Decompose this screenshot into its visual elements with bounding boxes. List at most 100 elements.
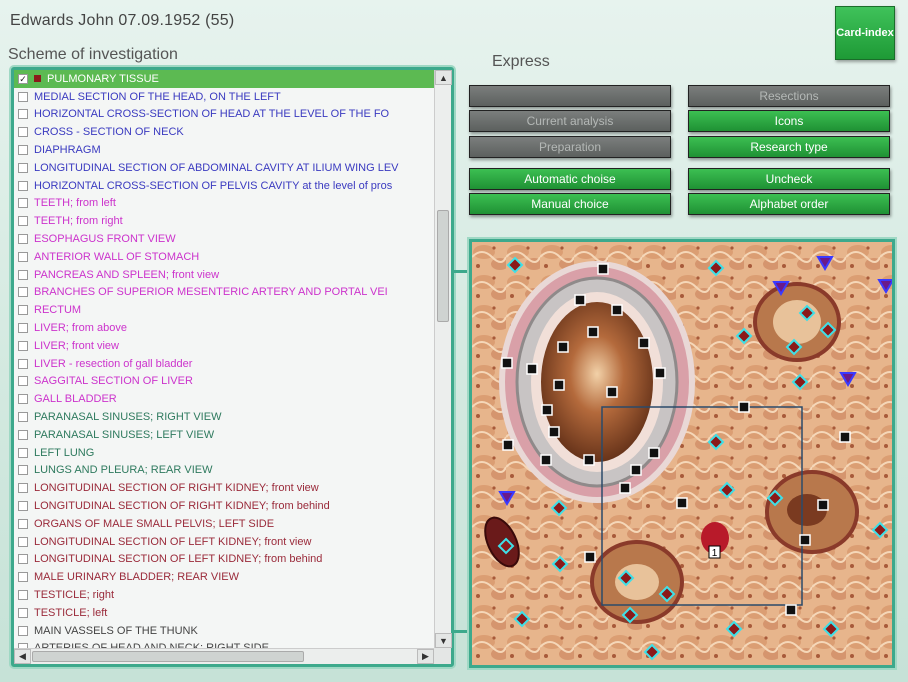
list-item[interactable]: LEFT LUNG — [14, 444, 434, 462]
square-marker-icon[interactable] — [584, 551, 596, 563]
item-checkbox[interactable] — [18, 483, 28, 494]
alphabet-order-button[interactable]: Alphabet order — [688, 193, 890, 215]
manual-choice-button[interactable]: Manual choice — [469, 193, 671, 215]
list-item[interactable]: DIAPHRAGM — [14, 141, 434, 159]
list-item[interactable]: HORIZONTAL CROSS-SECTION OF HEAD AT THE … — [14, 106, 434, 124]
item-checkbox[interactable] — [18, 607, 28, 618]
item-checkbox[interactable] — [18, 501, 28, 512]
list-item[interactable]: ✓ PULMONARY TISSUE — [14, 70, 434, 88]
square-marker-icon[interactable] — [606, 386, 618, 398]
list-item[interactable]: GALL BLADDER — [14, 390, 434, 408]
square-marker-icon[interactable] — [597, 263, 609, 275]
item-checkbox[interactable] — [18, 91, 28, 102]
square-marker-icon[interactable] — [557, 341, 569, 353]
list-item[interactable]: LONGITUDINAL SECTION OF ABDOMINAL CAVITY… — [14, 159, 434, 177]
scroll-left-button[interactable]: ◀ — [14, 649, 31, 664]
square-marker-icon[interactable] — [676, 497, 688, 509]
item-checkbox[interactable] — [18, 269, 28, 280]
research-type-button[interactable]: Research type — [688, 136, 890, 158]
list-item[interactable]: LIVER; front view — [14, 337, 434, 355]
list-item[interactable]: LUNGS AND PLEURA; REAR VIEW — [14, 462, 434, 480]
item-checkbox[interactable] — [18, 429, 28, 440]
square-marker-icon[interactable] — [738, 401, 750, 413]
scroll-up-button[interactable]: ▲ — [435, 70, 452, 85]
tissue-image-panel[interactable]: 1 — [469, 239, 895, 668]
item-checkbox[interactable] — [18, 447, 28, 458]
square-marker-icon[interactable] — [638, 337, 650, 349]
list-item[interactable]: MAIN VASSELS OF THE THUNK — [14, 622, 434, 640]
resections-button[interactable]: Resections — [688, 85, 890, 107]
item-checkbox[interactable] — [18, 358, 28, 369]
list-item[interactable]: TESTICLE; right — [14, 586, 434, 604]
list-item[interactable]: TEETH; from right — [14, 212, 434, 230]
vertical-scroll-thumb[interactable] — [437, 210, 449, 322]
square-marker-icon[interactable] — [540, 454, 552, 466]
vertical-scrollbar[interactable]: ▲ ▼ — [434, 70, 452, 648]
square-marker-icon[interactable] — [630, 464, 642, 476]
list-item[interactable]: PARANASAL SINUSES; RIGHT VIEW — [14, 408, 434, 426]
list-item[interactable]: LONGITUDINAL SECTION OF LEFT KIDNEY; fro… — [14, 551, 434, 569]
list-item[interactable]: MEDIAL SECTION OF THE HEAD, ON THE LEFT — [14, 88, 434, 106]
list-item[interactable]: MALE URINARY BLADDER; REAR VIEW — [14, 568, 434, 586]
square-marker-icon[interactable] — [654, 367, 666, 379]
automatic-choise-button[interactable]: Automatic choise — [469, 168, 671, 190]
horizontal-scroll-thumb[interactable] — [32, 651, 304, 662]
list-item[interactable]: ANTERIOR WALL OF STOMACH — [14, 248, 434, 266]
item-checkbox[interactable] — [18, 216, 28, 227]
square-marker-icon[interactable] — [785, 604, 797, 616]
uncheck-button[interactable]: Uncheck — [688, 168, 890, 190]
item-checkbox[interactable] — [18, 323, 28, 334]
card-index-button[interactable]: Card-index — [835, 6, 895, 60]
blank-button[interactable] — [469, 85, 671, 107]
item-checkbox[interactable] — [18, 572, 28, 583]
item-checkbox[interactable] — [18, 287, 28, 298]
list-item[interactable]: LONGITUDINAL SECTION OF RIGHT KIDNEY; fr… — [14, 497, 434, 515]
item-checkbox[interactable] — [18, 145, 28, 156]
list-item[interactable]: LONGITUDINAL SECTION OF RIGHT KIDNEY; fr… — [14, 479, 434, 497]
list-item[interactable]: HORIZONTAL CROSS-SECTION OF PELVIS CAVIT… — [14, 177, 434, 195]
preparation-button[interactable]: Preparation — [469, 136, 671, 158]
item-checkbox[interactable] — [18, 412, 28, 423]
item-checkbox[interactable] — [18, 305, 28, 316]
square-marker-icon[interactable] — [574, 294, 586, 306]
list-item[interactable]: ESOPHAGUS FRONT VIEW — [14, 230, 434, 248]
square-marker-icon[interactable] — [583, 454, 595, 466]
scroll-down-button[interactable]: ▼ — [435, 633, 452, 648]
square-marker-icon[interactable] — [799, 534, 811, 546]
list-item[interactable]: ARTERIES OF HEAD AND NECK; RIGHT SIDE — [14, 640, 434, 648]
square-marker-icon[interactable] — [548, 426, 560, 438]
icons-button[interactable]: Icons — [688, 110, 890, 132]
horizontal-scrollbar[interactable]: ◀ ▶ — [14, 648, 434, 664]
item-checkbox[interactable] — [18, 251, 28, 262]
tissue-image[interactable]: 1 — [472, 242, 892, 665]
list-item[interactable]: LIVER - resection of gall bladder — [14, 355, 434, 373]
item-checkbox[interactable] — [18, 376, 28, 387]
square-marker-icon[interactable] — [619, 482, 631, 494]
list-item[interactable]: TESTICLE; left — [14, 604, 434, 622]
square-marker-icon[interactable] — [648, 447, 660, 459]
item-checkbox[interactable] — [18, 234, 28, 245]
square-marker-icon[interactable] — [611, 304, 623, 316]
scroll-right-button[interactable]: ▶ — [417, 649, 434, 664]
square-marker-icon[interactable] — [526, 363, 538, 375]
item-checkbox[interactable] — [18, 625, 28, 636]
item-checkbox[interactable] — [18, 198, 28, 209]
list-item[interactable]: PANCREAS AND SPLEEN; front view — [14, 266, 434, 284]
list-item[interactable]: LIVER; from above — [14, 319, 434, 337]
list-item[interactable]: LONGITUDINAL SECTION OF LEFT KIDNEY; fro… — [14, 533, 434, 551]
item-checkbox[interactable] — [18, 127, 28, 138]
item-checkbox[interactable] — [18, 162, 28, 173]
list-item[interactable]: PARANASAL SINUSES; LEFT VIEW — [14, 426, 434, 444]
list-item[interactable]: TEETH; from left — [14, 195, 434, 213]
list-item[interactable]: CROSS - SECTION OF NECK — [14, 123, 434, 141]
list-item[interactable]: SAGGITAL SECTION OF LIVER — [14, 373, 434, 391]
item-checkbox[interactable]: ✓ — [18, 73, 28, 84]
list-item[interactable]: RECTUM — [14, 301, 434, 319]
numbered-marker[interactable]: 1 — [708, 545, 721, 559]
item-checkbox[interactable] — [18, 340, 28, 351]
square-marker-icon[interactable] — [501, 357, 513, 369]
current-analysis-button[interactable]: Current analysis — [469, 110, 671, 132]
item-checkbox[interactable] — [18, 465, 28, 476]
list-item[interactable]: ORGANS OF MALE SMALL PELVIS; LEFT SIDE — [14, 515, 434, 533]
item-checkbox[interactable] — [18, 394, 28, 405]
